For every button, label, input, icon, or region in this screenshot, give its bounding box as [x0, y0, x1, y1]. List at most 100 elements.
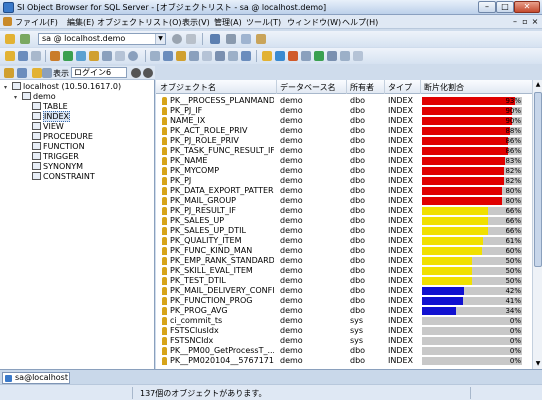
tree-node[interactable]: VIEW	[24, 122, 64, 132]
column-object-name[interactable]: オブジェクト名	[160, 82, 216, 93]
session-tab[interactable]: sa@localhost	[2, 372, 70, 384]
tree-node[interactable]: INDEX	[24, 111, 71, 122]
tree-node[interactable]: PROCEDURE	[24, 132, 93, 142]
menu-view[interactable]: 表示(V)	[182, 17, 210, 28]
menu-object-list[interactable]: オブジェクトリスト(O)	[97, 17, 182, 28]
menu-window[interactable]: ウィンドウ(W)	[287, 17, 341, 28]
list-view-icon[interactable]	[32, 68, 42, 78]
window-icon[interactable]	[241, 51, 251, 61]
maximize-button[interactable]: □	[496, 1, 514, 13]
mdi-close-button[interactable]: ×	[530, 16, 540, 27]
table-row[interactable]: PK__PROCESS_PLANMAND_... demo dbo INDEX 93%	[156, 96, 532, 106]
expand-toggle-icon[interactable]: ▾	[14, 93, 22, 103]
export-icon[interactable]	[202, 51, 212, 61]
plan-icon[interactable]	[327, 51, 337, 61]
table-row[interactable]: PK_TEST_DTIL demo dbo INDEX 50%	[156, 276, 532, 286]
refresh-icon[interactable]	[4, 68, 14, 78]
table-row[interactable]: PK_SKILL_EVAL_ITEM demo dbo INDEX 50%	[156, 266, 532, 276]
index-icon[interactable]	[63, 51, 73, 61]
stats-icon[interactable]	[301, 51, 311, 61]
column-divider[interactable]	[276, 80, 277, 94]
record-icon[interactable]	[172, 34, 182, 44]
menu-file[interactable]: ファイル(F)	[15, 17, 58, 28]
column-database-name[interactable]: データベース名	[280, 82, 336, 93]
table-row[interactable]: PK_PROG_AVG demo dbo INDEX 34%	[156, 306, 532, 316]
table-row[interactable]: PK_PJ_RESULT_IF demo dbo INDEX 66%	[156, 206, 532, 216]
table-row[interactable]: FSTSNCIdx demo sys INDEX 0%	[156, 336, 532, 346]
undo-icon[interactable]	[210, 34, 220, 44]
lock-icon[interactable]	[89, 51, 99, 61]
grid-vertical-scrollbar[interactable]: ▲ ▼	[532, 80, 542, 369]
play-icon[interactable]	[186, 34, 196, 44]
grid-icon[interactable]	[150, 51, 160, 61]
disconnect-icon[interactable]	[20, 34, 30, 44]
copy-icon[interactable]	[241, 34, 251, 44]
connection-select[interactable]: sa @ localhost.demo ▼	[38, 33, 166, 45]
key-icon[interactable]	[262, 51, 272, 61]
expand-toggle-icon[interactable]: ▾	[4, 83, 12, 93]
menu-tools[interactable]: ツール(T)	[246, 17, 281, 28]
import-icon[interactable]	[215, 51, 225, 61]
debug-icon[interactable]	[288, 51, 298, 61]
connect-icon[interactable]	[5, 34, 15, 44]
view-select[interactable]: ログイン6	[71, 67, 127, 78]
table-row[interactable]: PK_SALES_UP demo dbo INDEX 66%	[156, 216, 532, 226]
column-divider[interactable]	[384, 80, 385, 94]
new-object-icon[interactable]	[5, 51, 15, 61]
execute-icon[interactable]	[314, 51, 324, 61]
tree-node[interactable]: ▾ localhost (10.50.1617.0)	[4, 82, 121, 92]
detail-view-icon[interactable]	[42, 68, 52, 78]
save-icon[interactable]	[18, 51, 28, 61]
clock-icon[interactable]	[128, 51, 138, 61]
close-button[interactable]: ✕	[514, 1, 540, 13]
table-row[interactable]: PK_SALES_UP_DTIL demo dbo INDEX 66%	[156, 226, 532, 236]
trigger-icon[interactable]	[115, 51, 125, 61]
table-icon[interactable]	[50, 51, 60, 61]
column-type[interactable]: タイプ	[388, 82, 412, 93]
tree-node[interactable]: ▾ demo	[14, 92, 56, 102]
menu-admin[interactable]: 管理(A)	[214, 17, 242, 28]
table-row[interactable]: PK__PM00_GetProcessT_... demo dbo INDEX 0%	[156, 346, 532, 356]
view-icon[interactable]	[76, 51, 86, 61]
find-next-icon[interactable]	[143, 68, 153, 78]
scrollbar-thumb[interactable]	[534, 92, 542, 267]
cut-icon[interactable]	[226, 34, 236, 44]
table-row[interactable]: PK_PJ_IF demo dbo INDEX 90%	[156, 106, 532, 116]
function-icon[interactable]	[102, 51, 112, 61]
format-icon[interactable]	[340, 51, 350, 61]
column-fragmentation[interactable]: 断片化割合	[424, 82, 464, 93]
open-icon[interactable]	[31, 51, 41, 61]
mdi-restore-button[interactable]: ▫	[520, 16, 530, 27]
mdi-minimize-button[interactable]: –	[510, 16, 520, 27]
filter-icon[interactable]	[17, 68, 27, 78]
package-icon[interactable]	[176, 51, 186, 61]
compare-icon[interactable]	[228, 51, 238, 61]
table-row[interactable]: PK_MAIL_GROUP demo dbo INDEX 80%	[156, 196, 532, 206]
sql-icon[interactable]	[189, 51, 199, 61]
column-divider[interactable]	[420, 80, 421, 94]
tree-node[interactable]: TRIGGER	[24, 152, 79, 162]
table-row[interactable]: PK_MAIL_DELIVERY_CONFIG demo dbo INDEX 42%	[156, 286, 532, 296]
report-icon[interactable]	[163, 51, 173, 61]
table-row[interactable]: PK_FUNCTION_PROG demo dbo INDEX 41%	[156, 296, 532, 306]
table-row[interactable]: PK_ACT_ROLE_PRIV demo dbo INDEX 88%	[156, 126, 532, 136]
scroll-up-arrow-icon[interactable]: ▲	[533, 80, 542, 90]
tree-node[interactable]: SYNONYM	[24, 162, 83, 172]
binoculars-icon[interactable]	[131, 68, 141, 78]
settings-icon[interactable]	[353, 51, 363, 61]
table-row[interactable]: FSTSClusIdx demo sys INDEX 0%	[156, 326, 532, 336]
column-owner[interactable]: 所有者	[350, 82, 374, 93]
scroll-down-arrow-icon[interactable]: ▼	[533, 359, 542, 369]
table-row[interactable]: PK_MYCOMP demo dbo INDEX 82%	[156, 166, 532, 176]
tree-node[interactable]: CONSTRAINT	[24, 172, 95, 182]
info-icon[interactable]	[275, 51, 285, 61]
table-row[interactable]: PK__PM020104__5767171... demo dbo INDEX 0%	[156, 356, 532, 366]
table-row[interactable]: PK_FUNC_KIND_MAN demo dbo INDEX 60%	[156, 246, 532, 256]
table-row[interactable]: PK_TASK_FUNC_RESULT_IF demo dbo INDEX 86%	[156, 146, 532, 156]
table-row[interactable]: PK_PJ demo dbo INDEX 82%	[156, 176, 532, 186]
table-row[interactable]: PK_EMP_RANK_STANDARD_... demo dbo INDEX 50%	[156, 256, 532, 266]
table-row[interactable]: PK_PJ_ROLE_PRIV demo dbo INDEX 86%	[156, 136, 532, 146]
menu-edit[interactable]: 編集(E)	[67, 17, 94, 28]
paste-icon[interactable]	[256, 34, 266, 44]
column-divider[interactable]	[346, 80, 347, 94]
